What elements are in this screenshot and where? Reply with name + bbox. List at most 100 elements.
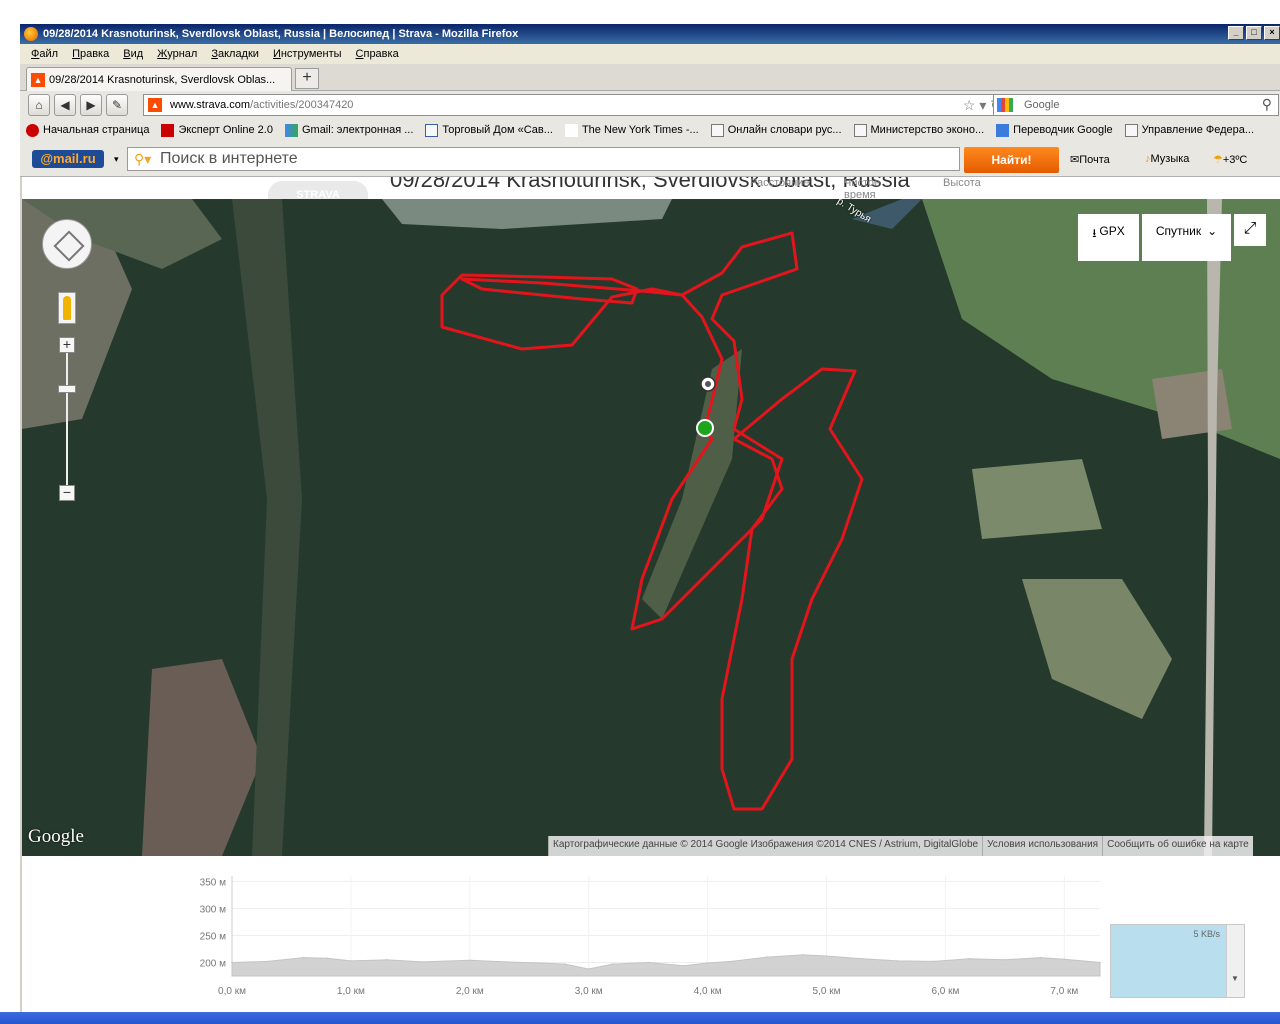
strava-logo[interactable]: STRAVA — [268, 181, 368, 199]
y-tick-label: 200 м — [200, 958, 226, 969]
x-tick-label: 3,0 км — [575, 986, 603, 997]
forward-button[interactable]: ▶ — [80, 94, 102, 116]
pan-control[interactable] — [42, 219, 92, 269]
bookmark-icon — [564, 123, 578, 137]
map-data-credit: Картографические данные © 2014 Google Из… — [548, 836, 983, 856]
bookmark-item[interactable]: Gmail: электронная ... — [284, 123, 413, 137]
minimize-button[interactable]: _ — [1228, 26, 1244, 40]
weather-icon: ☂ — [1213, 154, 1223, 166]
elevation-area — [231, 954, 1101, 977]
bookmark-icon — [996, 123, 1010, 137]
fullscreen-icon[interactable]: ⤢ — [1234, 214, 1266, 246]
bookmark-icon — [161, 123, 175, 137]
bookmark-item[interactable]: Управление Федера... — [1124, 123, 1254, 137]
firefox-icon — [24, 27, 38, 41]
maximize-button[interactable]: □ — [1246, 26, 1262, 40]
elevation-point — [504, 961, 507, 963]
mailru-logo[interactable]: @mail.ru — [32, 150, 104, 168]
route-start-icon — [696, 419, 714, 437]
zoom-out-button[interactable]: − — [59, 485, 75, 501]
network-meter: 5 KB/s ▼ — [1110, 924, 1245, 998]
url-host: www.strava.com — [170, 99, 251, 111]
bookmark-item[interactable]: The New York Times -... — [564, 123, 699, 137]
zoom-in-button[interactable]: + — [59, 337, 75, 353]
download-gpx-button[interactable]: ⭳ GPX — [1078, 214, 1139, 261]
terms-link[interactable]: Условия использования — [982, 836, 1103, 856]
new-tab-button[interactable]: + — [295, 68, 319, 89]
zoom-track[interactable] — [66, 345, 68, 493]
weather-widget[interactable]: ☂+3ºC — [1213, 153, 1247, 166]
bookmark-item[interactable]: Министерство эконо... — [853, 123, 984, 137]
search-bar[interactable]: Google ⚲ — [993, 94, 1279, 116]
site-identity-icon: ▲ — [148, 98, 162, 112]
menu-view[interactable]: Вид — [123, 48, 143, 60]
tab-label: 09/28/2014 Krasnoturinsk, Sverdlovsk Obl… — [49, 73, 276, 86]
stat-moving-time-label: Чистое время — [844, 177, 881, 199]
menu-help[interactable]: Справка — [356, 48, 399, 60]
route-overlay — [440, 231, 864, 811]
meter-scrollbar[interactable]: ▼ — [1226, 925, 1244, 997]
elevation-point — [706, 962, 709, 964]
bookmark-icon — [425, 123, 439, 137]
windows-taskbar — [0, 1012, 1280, 1024]
bookmark-item[interactable]: Торговый Дом «Сав... — [425, 123, 553, 137]
satellite-map[interactable]: р. Турья + − ⭳ GPX Спутник ⌄ ⤢ Google Ка… — [22, 199, 1280, 856]
network-speed: 5 KB/s — [1193, 929, 1220, 939]
elevation-point — [564, 963, 566, 965]
elevation-point — [897, 960, 899, 962]
elevation-point — [1004, 959, 1006, 961]
menu-bar: Файл Правка Вид Журнал Закладки Инструме… — [20, 44, 1280, 64]
window-title: 09/28/2014 Krasnoturinsk, Sverdlovsk Obl… — [43, 28, 519, 40]
y-tick-label: 350 м — [200, 877, 226, 888]
map-type-select[interactable]: Спутник ⌄ — [1142, 214, 1231, 261]
magnifier-icon[interactable]: ⚲ — [1262, 96, 1272, 113]
elevation-point — [683, 964, 685, 967]
elevation-point — [326, 957, 328, 959]
url-bar[interactable]: ▲ www.strava.com/activities/200347420 ☆ … — [143, 94, 1009, 116]
mail-link[interactable]: ✉Почта — [1070, 153, 1110, 166]
strava-favicon-icon: ▲ — [31, 72, 45, 87]
find-button[interactable]: Найти! — [964, 147, 1059, 173]
menu-file[interactable]: Файл — [31, 48, 58, 60]
close-button[interactable]: × — [1264, 26, 1280, 40]
menu-tools[interactable]: Инструменты — [273, 48, 342, 60]
stat-elevation-label: Высота — [943, 177, 981, 189]
scroll-down-icon[interactable]: ▼ — [1231, 974, 1239, 983]
search-placeholder: Google — [1024, 99, 1060, 111]
envelope-icon: ✉ — [1070, 154, 1080, 166]
street-view-pegman-icon[interactable] — [58, 292, 76, 324]
tools-icon[interactable]: ✎ — [106, 94, 128, 116]
tab-strava-activity[interactable]: ▲ 09/28/2014 Krasnoturinsk, Sverdlovsk O… — [26, 67, 292, 91]
elevation-point — [421, 961, 424, 963]
dropdown-arrow-icon[interactable]: ▾ — [114, 154, 119, 165]
elevation-point — [540, 962, 542, 964]
bookmark-item[interactable]: Онлайн словари рус... — [710, 123, 842, 137]
google-logo[interactable]: Google — [28, 826, 84, 848]
menu-history[interactable]: Журнал — [157, 48, 197, 60]
menu-bookmarks[interactable]: Закладки — [211, 48, 259, 60]
report-error-link[interactable]: Сообщить об ошибке на карте — [1102, 836, 1253, 856]
music-link[interactable]: ♪Музыка — [1145, 153, 1189, 165]
menu-edit[interactable]: Правка — [72, 48, 109, 60]
elevation-chart: 350 м 300 м 250 м 200 м 0,0 км 1,0 км 2,0 км 3,… — [200, 876, 1101, 997]
screen: 09/28/2014 Krasnoturinsk, Sverdlovsk Obl… — [0, 0, 1280, 1024]
mailru-search-placeholder: Поиск в интернете — [160, 150, 298, 167]
elevation-profile: 350 м 300 м 250 м 200 м 0,0 км 1,0 км 2,0 км 3,… — [22, 856, 1280, 1012]
elevation-point — [266, 960, 269, 963]
elevation-point — [932, 960, 935, 963]
bookmark-item[interactable]: Эксперт Online 2.0 — [161, 123, 273, 137]
elevation-point — [302, 956, 305, 959]
elevation-point — [587, 968, 590, 970]
zoom-slider-handle[interactable] — [58, 385, 76, 393]
elevation-point — [968, 957, 970, 960]
elevation-point — [801, 954, 804, 956]
elevation-point — [647, 961, 649, 964]
y-tick-label: 300 м — [200, 904, 226, 915]
bookmark-icon — [26, 123, 39, 137]
home-icon[interactable]: ⌂ — [28, 94, 50, 116]
mailru-search-input[interactable]: ⚲▾ Поиск в интернете — [127, 147, 960, 171]
back-button[interactable]: ◀ — [54, 94, 76, 116]
bookmark-item[interactable]: Переводчик Google — [996, 123, 1113, 137]
bookmark-item[interactable]: Начальная страница — [26, 123, 149, 137]
x-tick-label: 7,0 км — [1050, 986, 1078, 997]
